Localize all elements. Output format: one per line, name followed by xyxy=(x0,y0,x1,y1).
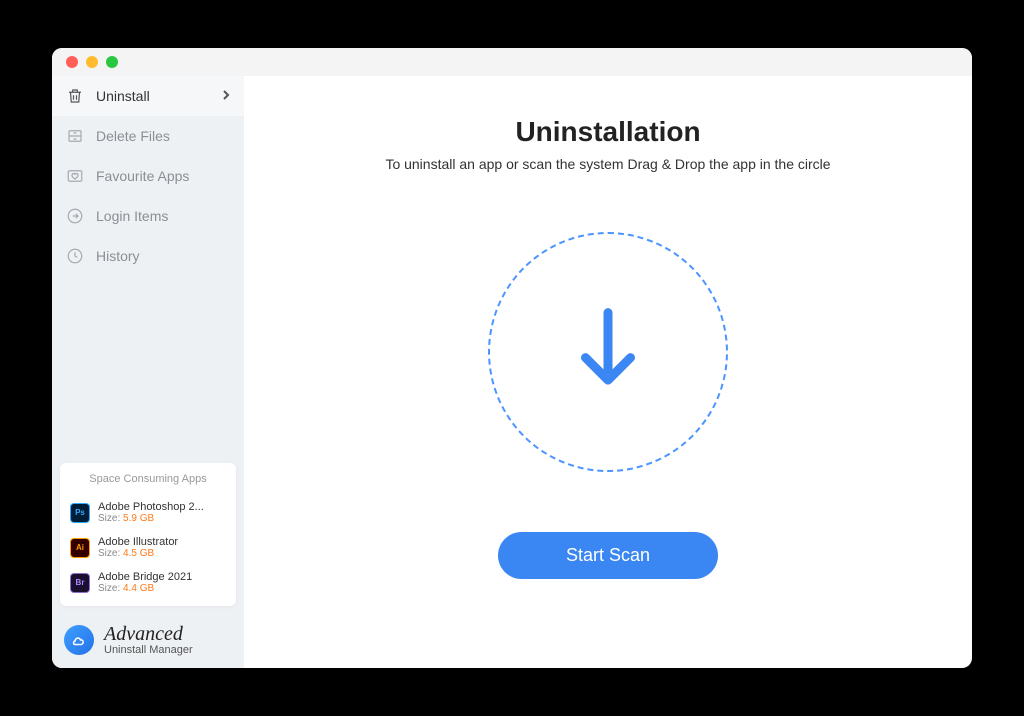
login-icon xyxy=(66,207,84,225)
arrow-down-icon xyxy=(573,307,643,397)
main-panel: Uninstallation To uninstall an app or sc… xyxy=(244,76,972,668)
sidebar-spacer xyxy=(52,276,244,455)
app-size: Size: 4.5 GB xyxy=(98,548,226,559)
brand-line1: Advanced xyxy=(104,624,193,644)
brand: Advanced Uninstall Manager xyxy=(52,614,244,668)
sidebar-item-label: Favourite Apps xyxy=(96,168,189,184)
sidebar-item-uninstall[interactable]: Uninstall xyxy=(52,76,244,116)
brand-logo-icon xyxy=(64,625,94,655)
app-name: Adobe Bridge 2021 xyxy=(98,571,226,583)
space-card-title: Space Consuming Apps xyxy=(70,473,226,485)
page-subtitle: To uninstall an app or scan the system D… xyxy=(385,156,830,172)
space-app-row[interactable]: Br Adobe Bridge 2021 Size: 4.4 GB xyxy=(70,565,226,600)
trash-icon xyxy=(66,87,84,105)
app-info: Adobe Illustrator Size: 4.5 GB xyxy=(98,536,226,559)
app-info: Adobe Photoshop 2... Size: 5.9 GB xyxy=(98,501,226,524)
space-app-row[interactable]: Ps Adobe Photoshop 2... Size: 5.9 GB xyxy=(70,495,226,530)
close-icon[interactable] xyxy=(66,56,78,68)
app-info: Adobe Bridge 2021 Size: 4.4 GB xyxy=(98,571,226,594)
sidebar-item-label: Delete Files xyxy=(96,128,170,144)
clock-icon xyxy=(66,247,84,265)
drop-zone[interactable] xyxy=(488,232,728,472)
space-app-row[interactable]: Ai Adobe Illustrator Size: 4.5 GB xyxy=(70,530,226,565)
titlebar xyxy=(52,48,972,76)
minimize-icon[interactable] xyxy=(86,56,98,68)
chevron-right-icon xyxy=(222,88,230,104)
brand-text: Advanced Uninstall Manager xyxy=(104,624,193,656)
sidebar-item-history[interactable]: History xyxy=(52,236,244,276)
drawer-icon xyxy=(66,127,84,145)
sidebar-item-delete-files[interactable]: Delete Files xyxy=(52,116,244,156)
start-scan-button[interactable]: Start Scan xyxy=(498,532,718,579)
sidebar-item-favourite-apps[interactable]: Favourite Apps xyxy=(52,156,244,196)
sidebar-item-label: History xyxy=(96,248,140,264)
nav: Uninstall Delete Files Favourite Apps xyxy=(52,76,244,276)
app-size: Size: 4.4 GB xyxy=(98,583,226,594)
sidebar-item-label: Login Items xyxy=(96,208,168,224)
app-name: Adobe Illustrator xyxy=(98,536,226,548)
app-window: Uninstall Delete Files Favourite Apps xyxy=(52,48,972,668)
sidebar-item-label: Uninstall xyxy=(96,88,150,104)
maximize-icon[interactable] xyxy=(106,56,118,68)
space-consuming-card: Space Consuming Apps Ps Adobe Photoshop … xyxy=(60,463,236,606)
sidebar: Uninstall Delete Files Favourite Apps xyxy=(52,76,244,668)
brand-line2: Uninstall Manager xyxy=(104,644,193,656)
app-icon-ps: Ps xyxy=(70,503,90,523)
page-title: Uninstallation xyxy=(515,116,700,148)
app-icon-br: Br xyxy=(70,573,90,593)
app-size: Size: 5.9 GB xyxy=(98,513,226,524)
app-icon-ai: Ai xyxy=(70,538,90,558)
heart-box-icon xyxy=(66,167,84,185)
sidebar-item-login-items[interactable]: Login Items xyxy=(52,196,244,236)
body: Uninstall Delete Files Favourite Apps xyxy=(52,76,972,668)
app-name: Adobe Photoshop 2... xyxy=(98,501,226,513)
